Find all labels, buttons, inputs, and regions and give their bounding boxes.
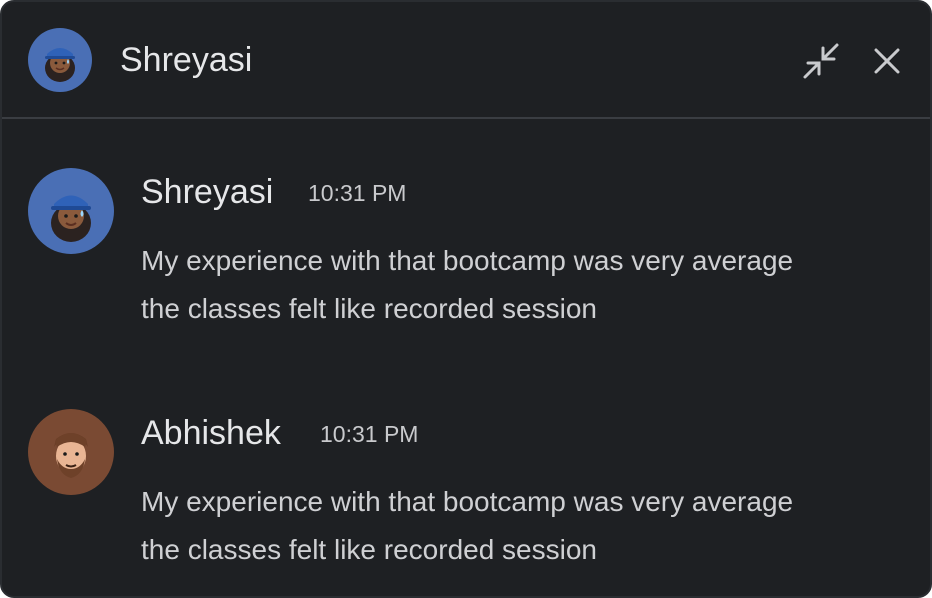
timestamp: 10:31 PM bbox=[320, 421, 419, 447]
collapse-arrows-icon[interactable] bbox=[802, 42, 840, 80]
chat-window: Shreyasi Shreyasi 10:31 PM My experience… bbox=[0, 0, 932, 598]
close-icon[interactable] bbox=[868, 42, 906, 80]
message-line: My experience with that bootcamp was ver… bbox=[141, 486, 794, 517]
chat-header: Shreyasi bbox=[2, 2, 930, 119]
avatar[interactable] bbox=[28, 28, 92, 92]
message-line: the classes felt like recorded session bbox=[141, 293, 597, 324]
message-line: the classes felt like recorded session bbox=[141, 534, 597, 565]
timestamp: 10:31 PM bbox=[308, 180, 407, 206]
message-text: My experience with that bootcamp was ver… bbox=[141, 237, 921, 333]
message-line: My experience with that bootcamp was ver… bbox=[141, 245, 794, 276]
sender-name: Shreyasi bbox=[141, 173, 274, 211]
sender-name: Abhishek bbox=[141, 414, 281, 452]
avatar[interactable] bbox=[28, 168, 114, 254]
avatar[interactable] bbox=[28, 409, 114, 495]
page-title: Shreyasi bbox=[120, 41, 253, 79]
message-text: My experience with that bootcamp was ver… bbox=[141, 478, 921, 574]
